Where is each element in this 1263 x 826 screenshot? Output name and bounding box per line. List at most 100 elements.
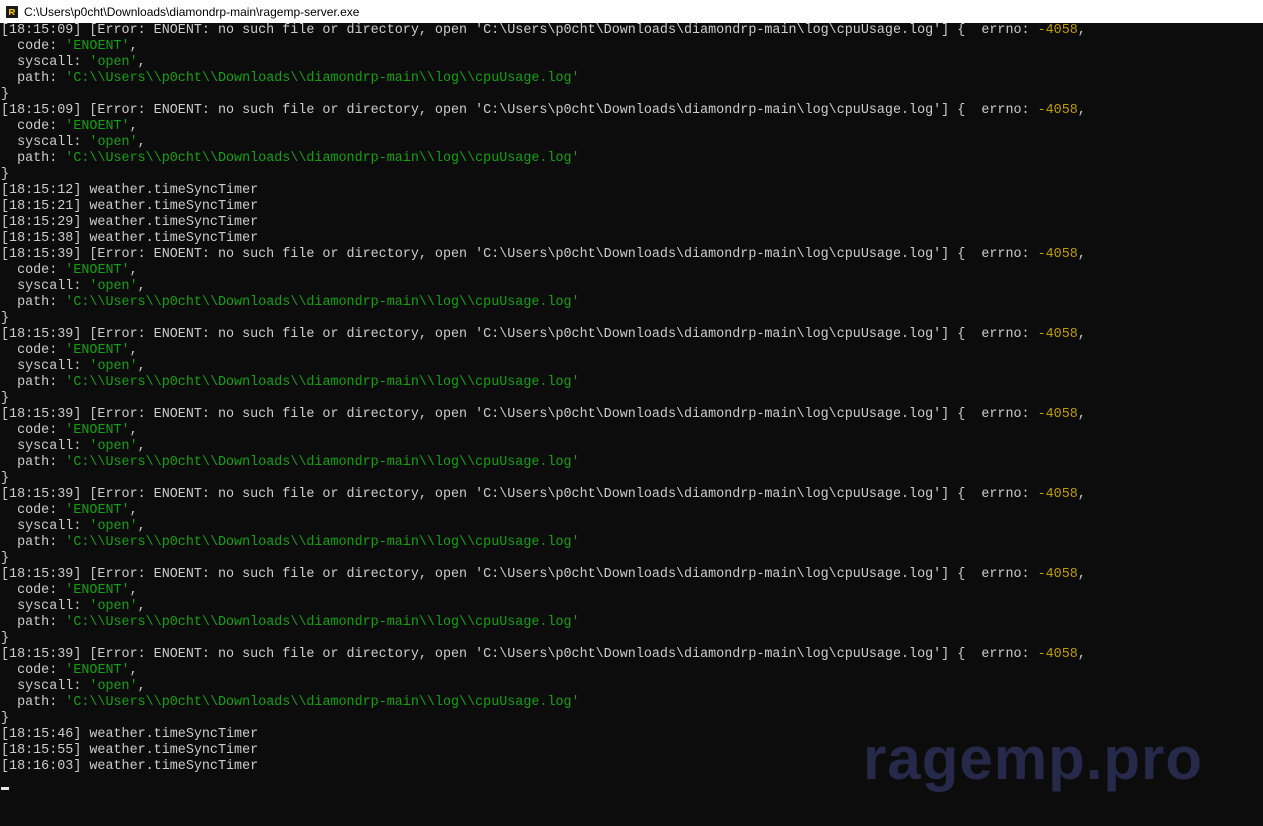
number-token: -4058: [1037, 327, 1078, 342]
console-line: code: 'ENOENT',: [1, 343, 1263, 359]
text-token: [18:15:09] [Error: ENOENT: no such file …: [1, 103, 1038, 118]
text-token: syscall:: [1, 359, 90, 374]
console-line: path: 'C:\\Users\\p0cht\\Downloads\\diam…: [1, 71, 1263, 87]
console-line: [18:15:21] weather.timeSyncTimer: [1, 199, 1263, 215]
text-token: syscall:: [1, 599, 90, 614]
text-token: path:: [1, 295, 66, 310]
text-token: syscall:: [1, 519, 90, 534]
string-token: 'ENOENT': [65, 39, 130, 54]
text-token: [18:15:39] [Error: ENOENT: no such file …: [1, 567, 1038, 582]
title-bar[interactable]: C:\Users\p0cht\Downloads\diamondrp-main\…: [0, 0, 1263, 23]
string-token: 'ENOENT': [65, 663, 130, 678]
string-token: 'open': [89, 599, 138, 614]
text-token: code:: [1, 343, 66, 358]
window-title: C:\Users\p0cht\Downloads\diamondrp-main\…: [24, 4, 360, 19]
number-token: -4058: [1037, 487, 1078, 502]
string-token: 'ENOENT': [65, 263, 130, 278]
console-window: C:\Users\p0cht\Downloads\diamondrp-main\…: [0, 0, 1263, 826]
text-token: ,: [129, 119, 138, 134]
text-token: ,: [1077, 487, 1086, 502]
text-token: path:: [1, 695, 66, 710]
console-line: code: 'ENOENT',: [1, 503, 1263, 519]
text-token: [18:15:39] [Error: ENOENT: no such file …: [1, 407, 1038, 422]
string-token: 'C:\\Users\\p0cht\\Downloads\\diamondrp-…: [65, 375, 580, 390]
text-token: [18:15:39] [Error: ENOENT: no such file …: [1, 327, 1038, 342]
console-line: syscall: 'open',: [1, 679, 1263, 695]
text-token: ,: [1077, 23, 1086, 38]
text-token: }: [1, 551, 10, 566]
console-output[interactable]: [18:15:09] [Error: ENOENT: no such file …: [0, 23, 1263, 826]
console-line: code: 'ENOENT',: [1, 663, 1263, 679]
text-token: [18:16:03] weather.timeSyncTimer: [1, 759, 259, 774]
console-line: }: [1, 471, 1263, 487]
console-line: path: 'C:\\Users\\p0cht\\Downloads\\diam…: [1, 455, 1263, 471]
text-token: ,: [137, 679, 146, 694]
text-token: syscall:: [1, 135, 90, 150]
text-token: ,: [137, 135, 146, 150]
text-token: code:: [1, 583, 66, 598]
text-token: code:: [1, 263, 66, 278]
string-token: 'open': [89, 439, 138, 454]
string-token: 'open': [89, 519, 138, 534]
string-token: 'C:\\Users\\p0cht\\Downloads\\diamondrp-…: [65, 695, 580, 710]
string-token: 'ENOENT': [65, 119, 130, 134]
console-line: path: 'C:\\Users\\p0cht\\Downloads\\diam…: [1, 615, 1263, 631]
number-token: -4058: [1037, 567, 1078, 582]
console-line: path: 'C:\\Users\\p0cht\\Downloads\\diam…: [1, 375, 1263, 391]
console-line: [18:15:39] [Error: ENOENT: no such file …: [1, 327, 1263, 343]
text-token: ,: [129, 343, 138, 358]
text-token: code:: [1, 423, 66, 438]
text-token: ,: [137, 279, 146, 294]
text-token: [18:15:55] weather.timeSyncTimer: [1, 743, 259, 758]
text-token: [18:15:38] weather.timeSyncTimer: [1, 231, 259, 246]
text-token: [18:15:39] [Error: ENOENT: no such file …: [1, 487, 1038, 502]
string-token: 'C:\\Users\\p0cht\\Downloads\\diamondrp-…: [65, 535, 580, 550]
text-token: code:: [1, 119, 66, 134]
text-token: [18:15:09] [Error: ENOENT: no such file …: [1, 23, 1038, 38]
console-line: syscall: 'open',: [1, 599, 1263, 615]
string-token: 'open': [89, 679, 138, 694]
console-line: [18:15:39] [Error: ENOENT: no such file …: [1, 247, 1263, 263]
console-line: syscall: 'open',: [1, 135, 1263, 151]
text-token: ,: [1077, 567, 1086, 582]
console-line: syscall: 'open',: [1, 439, 1263, 455]
text-token: ,: [1077, 407, 1086, 422]
console-line: [18:15:29] weather.timeSyncTimer: [1, 215, 1263, 231]
text-token: path:: [1, 455, 66, 470]
console-line: [18:15:39] [Error: ENOENT: no such file …: [1, 487, 1263, 503]
text-token: ,: [129, 423, 138, 438]
text-token: [18:15:21] weather.timeSyncTimer: [1, 199, 259, 214]
text-token: }: [1, 87, 10, 102]
text-token: ,: [1077, 647, 1086, 662]
console-line: path: 'C:\\Users\\p0cht\\Downloads\\diam…: [1, 295, 1263, 311]
text-token: ,: [137, 359, 146, 374]
console-line: [18:15:38] weather.timeSyncTimer: [1, 231, 1263, 247]
console-line: [18:15:39] [Error: ENOENT: no such file …: [1, 567, 1263, 583]
string-token: 'C:\\Users\\p0cht\\Downloads\\diamondrp-…: [65, 295, 580, 310]
console-line: code: 'ENOENT',: [1, 423, 1263, 439]
console-line: }: [1, 631, 1263, 647]
text-token: path:: [1, 535, 66, 550]
text-token: [18:15:46] weather.timeSyncTimer: [1, 727, 259, 742]
text-token: ,: [129, 39, 138, 54]
string-token: 'ENOENT': [65, 583, 130, 598]
text-token: code:: [1, 39, 66, 54]
console-line: }: [1, 167, 1263, 183]
text-token: syscall:: [1, 439, 90, 454]
string-token: 'ENOENT': [65, 503, 130, 518]
text-token: ,: [137, 55, 146, 70]
console-line: }: [1, 551, 1263, 567]
number-token: -4058: [1037, 103, 1078, 118]
text-token: syscall:: [1, 679, 90, 694]
text-token: }: [1, 391, 10, 406]
console-line: syscall: 'open',: [1, 359, 1263, 375]
string-token: 'C:\\Users\\p0cht\\Downloads\\diamondrp-…: [65, 151, 580, 166]
console-line: [18:15:12] weather.timeSyncTimer: [1, 183, 1263, 199]
console-line: }: [1, 87, 1263, 103]
ragemp-app-icon: [6, 5, 18, 18]
string-token: 'open': [89, 359, 138, 374]
string-token: 'open': [89, 55, 138, 70]
number-token: -4058: [1037, 647, 1078, 662]
console-line: [18:15:39] [Error: ENOENT: no such file …: [1, 407, 1263, 423]
text-token: }: [1, 471, 10, 486]
